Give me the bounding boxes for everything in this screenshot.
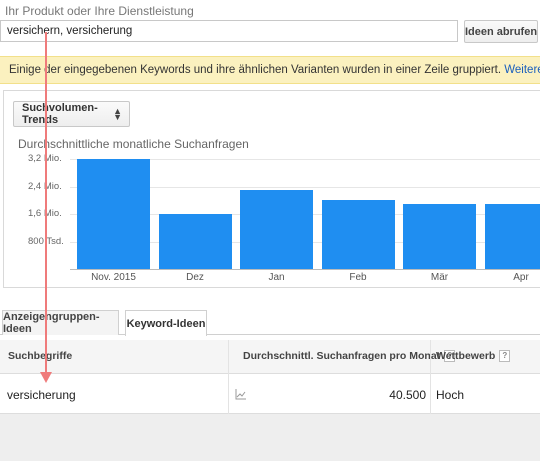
column-header-monthly-searches[interactable]: Durchschnittl. Suchanfragen pro Monat? [243,350,456,363]
chart-bar[interactable] [77,159,150,269]
get-ideas-button[interactable]: Ideen abrufen [464,20,538,43]
chart-bar[interactable] [158,214,232,269]
trend-selector[interactable]: Suchvolumen-Trends ▲ ▼ [13,101,130,127]
chart-bar[interactable] [403,203,476,269]
competition-cell: Hoch [436,388,465,402]
trend-chart-icon[interactable] [235,388,247,400]
x-tick-label: Dez [186,272,204,283]
col-divider [430,340,431,414]
tab-ad-group-ideas[interactable]: Anzeigengruppen-Ideen [2,310,119,335]
more-info-link[interactable]: Weitere Informationen [504,64,540,76]
footer-area [0,414,540,461]
tab-keyword-ideas[interactable]: Keyword-Ideen [125,310,207,336]
help-icon[interactable]: ? [499,350,511,363]
y-tick-label: 2,4 Mio. [28,180,62,192]
column-header-monthly-searches-label: Durchschnittl. Suchanfragen pro Monat [243,350,441,362]
chart-bar[interactable] [240,189,313,269]
chart-bar[interactable] [321,200,395,269]
keyword-search-input[interactable]: versichern, versicherung [0,20,458,42]
column-header-keywords-label: Suchbegriffe [8,350,73,362]
y-tick-label: 1,6 Mio. [28,208,62,219]
sort-arrows-icon: ▲ ▼ [113,106,122,122]
product-label: Ihr Produkt oder Ihre Dienstleistung [5,4,194,18]
column-header-competition-label: Wettbewerb [436,350,496,362]
keyword-cell[interactable]: versicherung [7,388,76,402]
chart-bar[interactable] [484,203,540,269]
x-tick-label: Feb [349,272,367,283]
chart-title: Durchschnittliche monatliche Suchanfrage… [18,137,249,151]
x-tick-label: Apr [513,272,529,283]
grouping-notice: Einige der eingegebenen Keywords und ihr… [0,56,540,84]
col-divider [228,340,229,414]
x-tick-label: Mär [430,272,449,283]
x-tick-label: Nov. 2015 [91,272,136,283]
y-tick-label: 3,2 Mio. [28,153,62,164]
x-tick-label: Jan [268,272,285,283]
column-header-keywords[interactable]: Suchbegriffe [8,350,72,362]
monthly-searches-cell: 40.500 [389,388,426,402]
notice-text: Einige der eingegebenen Keywords und ihr… [9,64,505,76]
y-tick-label: 800 Tsd. [28,235,64,247]
chart-baseline [70,269,540,270]
column-header-competition[interactable]: Wettbewerb? [436,350,511,363]
